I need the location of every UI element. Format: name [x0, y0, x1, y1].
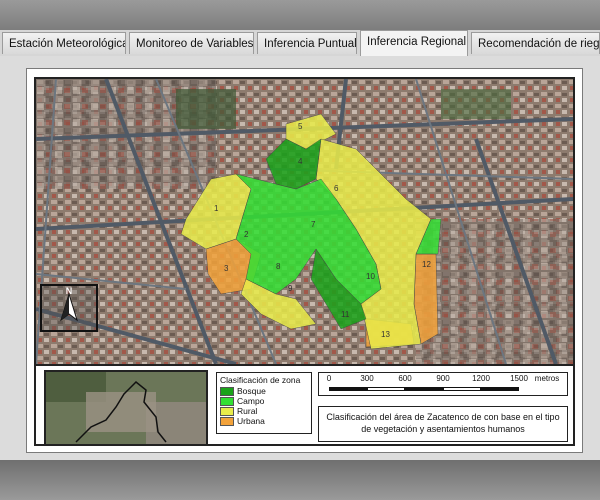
scale-tick-label: 0 [326, 374, 332, 383]
legend-label: Rural [237, 406, 258, 416]
map-layout-frame: 1 2 3 4 5 6 7 8 9 10 11 12 13 N Clasific… [34, 77, 575, 446]
zone-number: 1 [214, 204, 219, 213]
legend-swatch [220, 416, 234, 426]
window-top-strip [0, 0, 600, 30]
scale-bar: 0 300 600 900 1200 1500 metros [318, 372, 568, 396]
north-arrow-icon: N [60, 286, 78, 322]
satellite-map: 1 2 3 4 5 6 7 8 9 10 11 12 13 N [36, 79, 573, 366]
zone-number: 7 [311, 220, 316, 229]
legend-label: Bosque [237, 386, 266, 396]
scale-tick-label: 600 [398, 374, 412, 383]
caption-line: de vegetación y asentamientos humanos [361, 424, 525, 434]
minimap-graphic [46, 372, 206, 444]
tab-monitoreo-de-variables[interactable]: Monitoreo de Variables [129, 32, 254, 54]
north-label: N [66, 286, 73, 296]
legend-item: Campo [220, 396, 308, 406]
tab-inferencia-regional[interactable]: Inferencia Regional [360, 30, 468, 56]
zone-number: 11 [341, 310, 350, 319]
legend-swatch [220, 386, 234, 396]
zone-number: 13 [381, 330, 390, 339]
legend-label: Urbana [237, 416, 265, 426]
legend-label: Campo [237, 396, 265, 406]
zone-number: 8 [276, 262, 281, 271]
zone-number: 2 [244, 230, 249, 239]
legend-item: Rural [220, 406, 308, 416]
scale-tick-label: 1200 [472, 374, 490, 383]
zone-legend: Clasificación de zona Bosque Campo Rural [216, 372, 312, 434]
legend-item: Urbana [220, 416, 308, 426]
zone-number: 4 [298, 157, 303, 166]
tab-bar: Estación Meteorológica Monitoreo de Vari… [0, 30, 600, 57]
zone-number: 6 [334, 184, 339, 193]
legend-swatch [220, 406, 234, 416]
scale-segment [405, 387, 443, 391]
map-sheet: 1 2 3 4 5 6 7 8 9 10 11 12 13 N Clasific… [26, 68, 583, 453]
scale-tick-label: 300 [360, 374, 374, 383]
scale-unit: metros [534, 374, 560, 383]
zone-number: 5 [298, 122, 303, 131]
tab-recomendacion-de-riego[interactable]: Recomendación de riego [471, 32, 600, 54]
scale-tick-label: 900 [436, 374, 450, 383]
scale-segment [443, 387, 481, 391]
zone-number: 9 [288, 284, 293, 293]
zone-number: 12 [422, 260, 431, 269]
legend-swatch [220, 396, 234, 406]
zone-number: 3 [224, 264, 229, 273]
scale-segment [329, 387, 367, 391]
window-bottom-strip [0, 460, 600, 500]
zone-number: 10 [366, 272, 375, 281]
tab-panel: 1 2 3 4 5 6 7 8 9 10 11 12 13 N Clasific… [0, 56, 600, 460]
satellite-map-graphic: 1 2 3 4 5 6 7 8 9 10 11 12 13 [36, 79, 573, 364]
tab-estacion-meteorologica[interactable]: Estación Meteorológica [2, 32, 126, 54]
legend-item: Bosque [220, 386, 308, 396]
legend-title: Clasificación de zona [220, 375, 301, 385]
scale-segment [367, 387, 405, 391]
north-arrow-box: N [40, 284, 98, 332]
map-caption: Clasificación del área de Zacatenco de c… [318, 406, 568, 442]
caption-line: Clasificación del área de Zacatenco de c… [326, 412, 560, 422]
map-footer: Clasificación de zona Bosque Campo Rural [36, 366, 573, 446]
scale-tick-label: 1500 [510, 374, 528, 383]
location-minimap [44, 370, 208, 446]
scale-segment [481, 387, 519, 391]
tab-inferencia-puntual[interactable]: Inferencia Puntual [257, 32, 357, 54]
